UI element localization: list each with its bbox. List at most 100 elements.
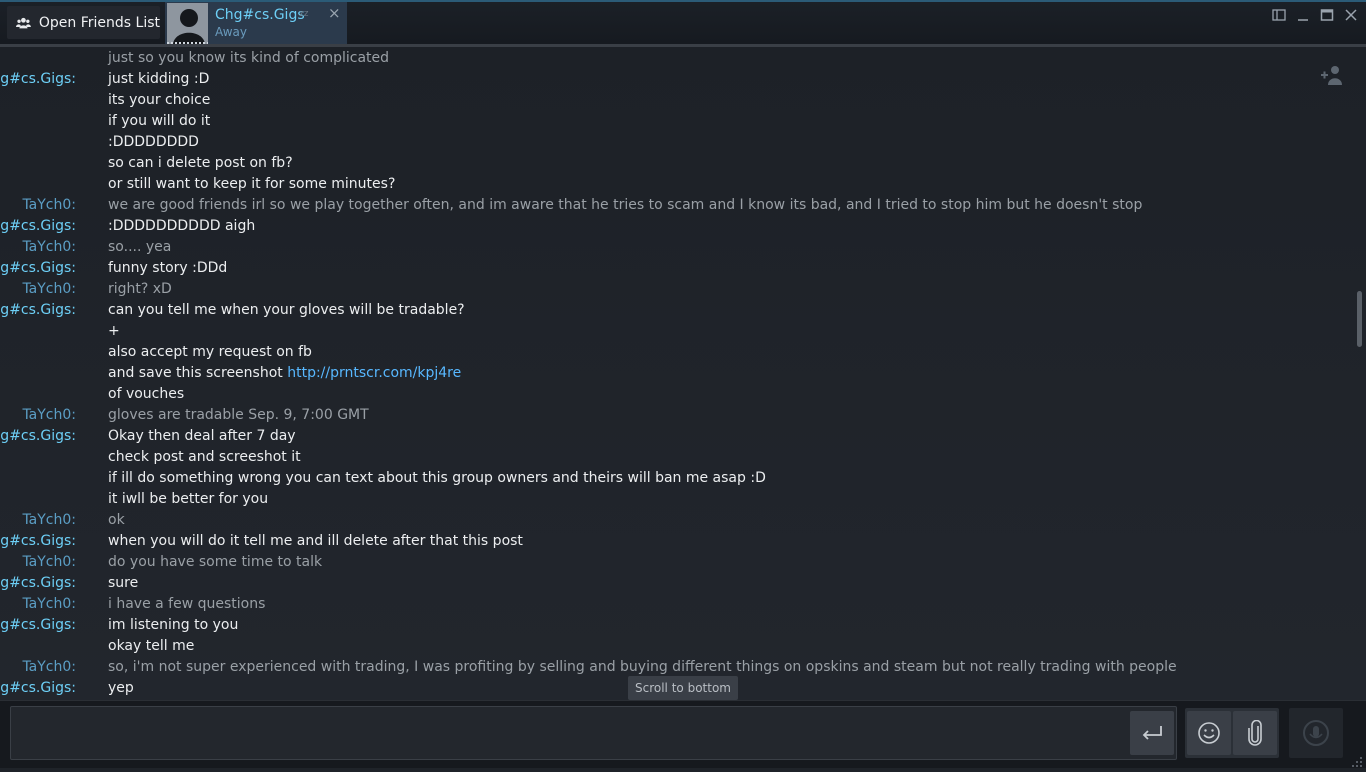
chat-message-row: TaYch0: gloves are tradable Sep. 9, 7:00 … (0, 405, 1340, 426)
message-text-content: when you will do it tell me and ill dele… (108, 533, 523, 549)
message-text-content: just kidding :D (108, 71, 210, 87)
message-sender[interactable]: TaYch0: (22, 195, 76, 216)
chat-tab-chg-cs-gigs[interactable]: Chg#cs.Gigs zz Away × (165, 2, 347, 44)
message-sender[interactable]: Chg#cs.Gigs: (0, 573, 76, 594)
message-text: do you have some time to talk (108, 552, 322, 573)
close-icon[interactable] (1344, 8, 1360, 24)
message-sender[interactable]: Chg#cs.Gigs: (0, 615, 76, 636)
message-text: or still want to keep it for some minute… (108, 174, 395, 195)
close-tab-icon[interactable]: × (328, 5, 341, 21)
message-text-content: just so you know its kind of complicated (108, 50, 390, 66)
chat-message-row: and save this screenshot http://prntscr.… (0, 363, 1340, 384)
add-friend-icon[interactable] (1320, 64, 1344, 88)
scrollbar-thumb[interactable] (1357, 291, 1362, 347)
message-text-content: sure (108, 575, 139, 591)
scroll-to-bottom-button[interactable]: Scroll to bottom (628, 676, 738, 700)
message-text: im listening to you (108, 615, 238, 636)
message-text-content: + (108, 323, 120, 339)
message-sender[interactable]: TaYch0: (22, 510, 76, 531)
chat-message-row: Chg#cs.Gigs: im listening to you (0, 615, 1340, 636)
away-status-indicator: zz (299, 9, 309, 19)
message-sender[interactable]: Chg#cs.Gigs: (0, 678, 76, 699)
message-text: if you will do it (108, 111, 210, 132)
message-text: so can i delete post on fb? (108, 153, 293, 174)
message-sender[interactable]: Chg#cs.Gigs: (0, 216, 76, 237)
message-text-content: right? xD (108, 281, 172, 297)
chat-message-row: TaYch0: i have a few questions (0, 594, 1340, 615)
chat-message-row: Chg#cs.Gigs: just kidding :D (0, 69, 1340, 90)
chat-message-row: of vouches (0, 384, 1340, 405)
message-sender[interactable]: TaYch0: (22, 552, 76, 573)
message-sender[interactable]: TaYch0: (22, 594, 76, 615)
message-input[interactable] (10, 706, 1177, 760)
resize-grip-icon[interactable] (1351, 753, 1363, 767)
chat-message-row: just so you know its kind of complicated (0, 48, 1340, 69)
message-text-content: okay tell me (108, 638, 195, 654)
chat-message-row: if ill do something wrong you can text a… (0, 468, 1340, 489)
message-text-content: :DDDDDDDDDD aigh (108, 218, 256, 234)
send-button[interactable] (1130, 711, 1174, 755)
chat-message-row: Chg#cs.Gigs: Okay then deal after 7 day (0, 426, 1340, 447)
chat-message-row: if you will do it (0, 111, 1340, 132)
message-text-content: or still want to keep it for some minute… (108, 176, 396, 192)
message-sender[interactable]: Chg#cs.Gigs: (0, 258, 76, 279)
message-text: so, i'm not super experienced with tradi… (108, 657, 1177, 678)
paperclip-icon (1248, 720, 1262, 746)
message-text-content: we are good friends irl so we play toget… (108, 197, 1143, 213)
message-sender[interactable]: Chg#cs.Gigs: (0, 531, 76, 552)
message-composer (0, 700, 1366, 768)
chat-message-row: Chg#cs.Gigs: can you tell me when your gl… (0, 300, 1340, 321)
open-friends-list-button[interactable]: Open Friends List (7, 6, 160, 39)
message-text: gloves are tradable Sep. 9, 7:00 GMT (108, 405, 369, 426)
message-text: just so you know its kind of complicated (108, 48, 389, 69)
message-sender[interactable]: TaYch0: (22, 237, 76, 258)
message-text-content: i have a few questions (108, 596, 266, 612)
message-text-content: yep (108, 680, 134, 696)
attach-button[interactable] (1233, 711, 1277, 755)
message-text: just kidding :D (108, 69, 209, 90)
chat-log[interactable]: just so you know its kind of complicated… (0, 44, 1366, 700)
message-text-content: Okay then deal after 7 day (108, 428, 296, 444)
message-sender[interactable]: TaYch0: (22, 657, 76, 678)
message-text-content: if ill do something wrong you can text a… (108, 470, 766, 486)
message-text: okay tell me (108, 636, 194, 657)
message-link[interactable]: http://prntscr.com/kpj4re (287, 365, 461, 381)
message-sender[interactable]: TaYch0: (22, 405, 76, 426)
chat-message-row: TaYch0: so.... yea (0, 237, 1340, 258)
message-text: sure (108, 573, 138, 594)
message-text: of vouches (108, 384, 184, 405)
message-text: we are good friends irl so we play toget… (108, 195, 1142, 216)
message-text: :DDDDDDDDDD aigh (108, 216, 255, 237)
minimize-icon[interactable] (1296, 8, 1312, 24)
chat-message-row: Chg#cs.Gigs: :DDDDDDDDDD aigh (0, 216, 1340, 237)
restore-layout-icon[interactable] (1272, 8, 1288, 24)
message-text: :DDDDDDDD (108, 132, 199, 153)
message-text: + (108, 321, 120, 342)
message-text: and save this screenshot http://prntscr.… (108, 363, 461, 384)
message-text-content: gloves are tradable Sep. 9, 7:00 GMT (108, 407, 369, 423)
message-text-content: its your choice (108, 92, 211, 108)
chat-message-row: + (0, 321, 1340, 342)
message-sender[interactable]: Chg#cs.Gigs: (0, 426, 76, 447)
chat-message-row: it iwll be better for you (0, 489, 1340, 510)
open-friends-list-label: Open Friends List (38, 14, 160, 31)
friends-icon (16, 17, 31, 28)
message-text: check post and screeshot it (108, 447, 301, 468)
voice-chat-button[interactable] (1289, 708, 1343, 758)
message-text-content: :DDDDDDDD (108, 134, 199, 150)
message-text-content: do you have some time to talk (108, 554, 323, 570)
chat-message-row: Chg#cs.Gigs: when you will do it tell me … (0, 531, 1340, 552)
avatar-silhouette (167, 3, 208, 44)
chat-message-row: TaYch0: right? xD (0, 279, 1340, 300)
chat-message-row: also accept my request on fb (0, 342, 1340, 363)
message-text-content: so.... yea (108, 239, 172, 255)
chat-message-row: okay tell me (0, 636, 1340, 657)
message-sender[interactable]: Chg#cs.Gigs: (0, 300, 76, 321)
maximize-icon[interactable] (1320, 8, 1336, 24)
message-sender[interactable]: TaYch0: (22, 279, 76, 300)
message-text: Okay then deal after 7 day (108, 426, 296, 447)
message-text-content: check post and screeshot it (108, 449, 301, 465)
emoji-button[interactable] (1187, 711, 1231, 755)
chat-message-row: TaYch0: do you have some time to talk (0, 552, 1340, 573)
message-sender[interactable]: Chg#cs.Gigs: (0, 69, 76, 90)
